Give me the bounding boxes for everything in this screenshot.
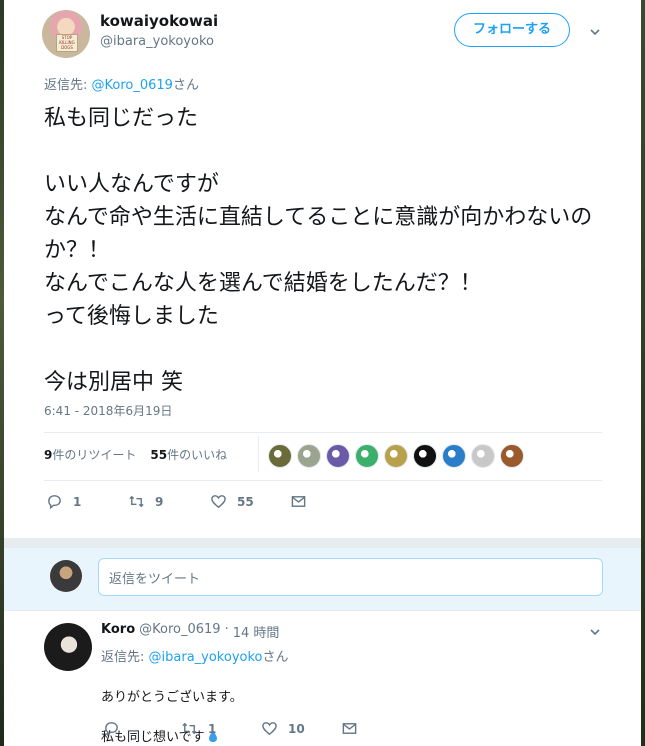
reply-like-count: 10 bbox=[288, 721, 305, 736]
heart-icon bbox=[211, 495, 226, 509]
heart-icon bbox=[262, 722, 277, 736]
like-button[interactable]: 55 bbox=[210, 493, 290, 510]
divider bbox=[44, 432, 602, 433]
reply-message-button[interactable] bbox=[341, 720, 358, 737]
stats-separator bbox=[258, 436, 259, 472]
reply-button[interactable]: 1 bbox=[46, 493, 128, 510]
tweet-actions: 1 9 55 bbox=[46, 493, 307, 510]
tweet-card: STOP KILLING DOGS kowaiyokowai @ibara_yoko… bbox=[4, 0, 641, 746]
retweet-count: 9 bbox=[155, 494, 164, 509]
avatar-sign: STOP KILLING DOGS bbox=[56, 34, 78, 52]
reply-to-suffix: さん bbox=[172, 78, 199, 93]
reply-retweet-button[interactable]: 1 bbox=[181, 720, 261, 737]
liker-avatar[interactable] bbox=[500, 444, 524, 468]
liker-avatar[interactable] bbox=[268, 444, 292, 468]
reply-icon bbox=[48, 495, 61, 510]
reply-actions: 1 10 bbox=[103, 720, 358, 737]
envelope-icon bbox=[342, 723, 357, 734]
reply-to-mention[interactable]: @Koro_0619 bbox=[92, 78, 173, 93]
like-count: 55 bbox=[237, 494, 254, 509]
author-name[interactable]: kowaiyokowai bbox=[100, 12, 218, 30]
reply-to-prefix: 返信先: bbox=[44, 78, 92, 93]
author-handle[interactable]: @ibara_yokoyoko bbox=[100, 34, 214, 49]
retweet-icon bbox=[182, 722, 197, 735]
reply-like-button[interactable]: 10 bbox=[261, 720, 341, 737]
envelope-icon bbox=[291, 496, 306, 507]
retweet-button[interactable]: 9 bbox=[128, 493, 210, 510]
reply-author-avatar[interactable] bbox=[44, 623, 92, 671]
liker-avatar[interactable] bbox=[297, 444, 321, 468]
likes-stat[interactable]: 55件のいいね bbox=[150, 446, 227, 463]
reply-retweet-count: 1 bbox=[208, 721, 217, 736]
reply-input[interactable]: 返信をツイート bbox=[98, 558, 603, 596]
retweet-icon bbox=[129, 495, 144, 508]
retweets-stat[interactable]: 9件のリツイート bbox=[44, 446, 136, 463]
reply-icon bbox=[105, 722, 118, 737]
author-avatar[interactable]: STOP KILLING DOGS bbox=[42, 10, 90, 58]
retweets-label: 件のリツイート bbox=[52, 448, 137, 462]
reply-reply-button[interactable] bbox=[103, 720, 181, 737]
reply-reply-to-mention[interactable]: @ibara_yokoyoko bbox=[149, 650, 263, 665]
liker-avatar[interactable] bbox=[442, 444, 466, 468]
likes-label: 件のいいね bbox=[167, 448, 228, 462]
divider bbox=[4, 610, 641, 611]
reply-time[interactable]: 14 時間 bbox=[233, 622, 280, 641]
liker-avatar[interactable] bbox=[355, 444, 379, 468]
reply-reply-to-prefix: 返信先: bbox=[101, 650, 149, 665]
reply-reply-to-suffix: さん bbox=[262, 650, 289, 665]
message-button[interactable] bbox=[290, 493, 307, 510]
reply-reply-to-line: 返信先: @ibara_yokoyokoさん bbox=[101, 646, 289, 665]
reply-to-line: 返信先: @Koro_0619さん bbox=[44, 74, 199, 93]
liker-avatar[interactable] bbox=[384, 444, 408, 468]
tweet-stats: 9件のリツイート 55件のいいね bbox=[44, 446, 227, 463]
reply-header: Koro @Koro_0619 · 14 時間 bbox=[101, 622, 279, 641]
section-gap bbox=[4, 538, 641, 548]
current-user-avatar[interactable] bbox=[50, 560, 82, 592]
reply-text-line: ありがとうございます。 bbox=[101, 690, 243, 705]
chevron-down-icon[interactable] bbox=[589, 626, 601, 638]
tweet-timestamp[interactable]: 6:41 - 2018年6月19日 bbox=[44, 402, 172, 419]
reply-author-handle[interactable]: @Koro_0619 bbox=[139, 622, 220, 641]
reply-count: 1 bbox=[73, 494, 82, 509]
likes-count: 55 bbox=[150, 448, 168, 462]
background-right bbox=[641, 0, 645, 746]
divider bbox=[44, 480, 602, 481]
liker-avatar[interactable] bbox=[326, 444, 350, 468]
liker-avatar[interactable] bbox=[413, 444, 437, 468]
reply-dot: · bbox=[224, 622, 229, 637]
likers-avatars bbox=[268, 444, 524, 468]
follow-button[interactable]: フォローする bbox=[454, 13, 570, 47]
liker-avatar[interactable] bbox=[471, 444, 495, 468]
chevron-down-icon[interactable] bbox=[589, 26, 601, 38]
tweet-text: 私も同じだった いい人なんですが なんで命や生活に直結してることに意識が向かわな… bbox=[44, 106, 593, 395]
reply-author-name[interactable]: Koro bbox=[101, 622, 135, 641]
